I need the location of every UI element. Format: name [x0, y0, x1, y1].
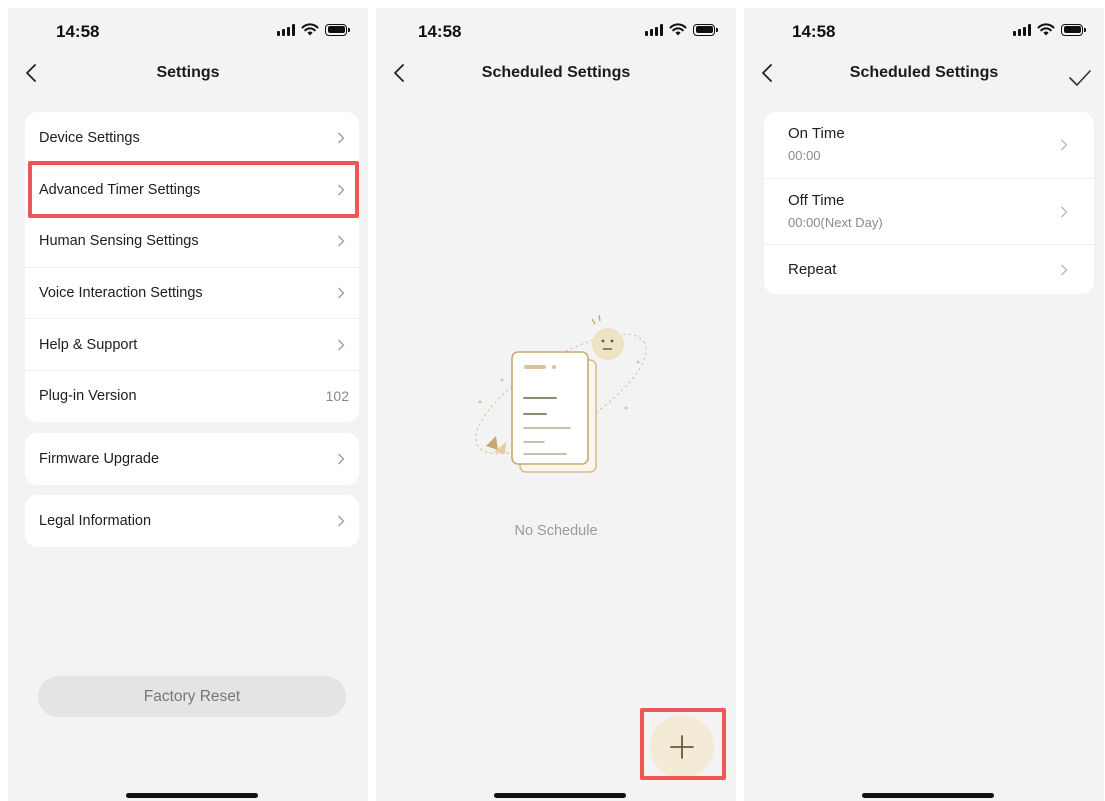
- row-label: Firmware Upgrade: [39, 450, 160, 467]
- chevron-right-icon: [338, 453, 345, 465]
- battery-icon: [1061, 23, 1086, 36]
- wifi-icon: [669, 23, 687, 36]
- schedule-edit-screen: 14:58 Scheduled Settings On Time 00:00 O…: [744, 8, 1104, 801]
- status-time: 14:58: [56, 22, 100, 41]
- voice-interaction-settings-row[interactable]: Voice Interaction Settings: [25, 266, 359, 319]
- off-time-row[interactable]: Off Time 00:00(Next Day): [764, 178, 1094, 244]
- row-label: Repeat: [788, 261, 837, 278]
- row-label: Device Settings: [39, 129, 140, 146]
- row-label: Off Time: [788, 192, 845, 209]
- checkmark-icon[interactable]: [1068, 68, 1092, 88]
- navigation-bar: Settings: [8, 56, 368, 90]
- schedule-options-card: On Time 00:00 Off Time 00:00(Next Day) R…: [764, 112, 1094, 294]
- settings-group-legal: Legal Information: [25, 495, 359, 547]
- chevron-right-icon: [338, 236, 345, 247]
- status-icons: [1013, 23, 1086, 36]
- row-label: Voice Interaction Settings: [39, 285, 203, 302]
- human-sensing-settings-row[interactable]: Human Sensing Settings: [25, 215, 359, 267]
- chevron-right-icon: [338, 515, 345, 527]
- status-time: 14:58: [792, 22, 836, 41]
- scheduled-settings-screen: 14:58 Scheduled Settings No Schedule: [376, 8, 736, 801]
- status-icons: [645, 23, 718, 36]
- device-settings-row[interactable]: Device Settings: [25, 112, 359, 164]
- factory-reset-button[interactable]: Factory Reset: [38, 676, 346, 717]
- on-time-row[interactable]: On Time 00:00: [764, 112, 1094, 178]
- cellular-signal-icon: [645, 23, 663, 36]
- home-indicator: [494, 793, 626, 798]
- add-schedule-button[interactable]: [650, 715, 714, 779]
- chevron-right-icon: [338, 184, 345, 196]
- battery-icon: [325, 23, 350, 36]
- status-bar: 14:58: [744, 8, 1104, 48]
- chevron-right-icon: [338, 339, 345, 351]
- empty-schedule-illustration: [475, 314, 647, 473]
- navigation-bar: Scheduled Settings: [744, 56, 1104, 90]
- chevron-right-icon: [1061, 264, 1068, 275]
- chevron-right-icon: [338, 132, 345, 144]
- navigation-bar: Scheduled Settings: [376, 56, 736, 90]
- wifi-icon: [1037, 23, 1055, 36]
- advanced-timer-settings-row[interactable]: Advanced Timer Settings: [25, 163, 359, 216]
- plugin-version-value: 102: [325, 388, 349, 405]
- settings-group-firmware: Firmware Upgrade: [25, 433, 359, 485]
- off-time-value: 00:00(Next Day): [788, 215, 883, 230]
- status-time: 14:58: [418, 22, 462, 41]
- row-label: Help & Support: [39, 336, 138, 353]
- home-indicator: [862, 793, 994, 798]
- page-title: Settings: [156, 64, 220, 81]
- page-title: Scheduled Settings: [481, 64, 631, 81]
- home-indicator: [126, 793, 258, 798]
- row-label: Legal Information: [39, 512, 152, 529]
- status-icons: [277, 23, 350, 36]
- row-label: Advanced Timer Settings: [39, 181, 201, 198]
- cellular-signal-icon: [277, 23, 295, 36]
- plus-icon: [670, 735, 694, 759]
- on-time-value: 00:00: [788, 148, 821, 163]
- row-label: Human Sensing Settings: [39, 233, 199, 250]
- chevron-right-icon: [338, 287, 345, 299]
- page-title: Scheduled Settings: [849, 64, 999, 81]
- row-label: Plug-in Version: [39, 388, 137, 405]
- cellular-signal-icon: [1013, 23, 1031, 36]
- chevron-right-icon: [1061, 206, 1068, 217]
- help-support-row[interactable]: Help & Support: [25, 318, 359, 370]
- settings-screen: 14:58 Settings Device Settings Advanced …: [8, 8, 368, 801]
- legal-information-row[interactable]: Legal Information: [25, 495, 359, 547]
- wifi-icon: [301, 23, 319, 36]
- status-bar: 14:58: [8, 8, 368, 48]
- repeat-row[interactable]: Repeat: [764, 244, 1094, 294]
- status-bar: 14:58: [376, 8, 736, 48]
- settings-group-main: Device Settings Advanced Timer Settings …: [25, 112, 359, 422]
- battery-icon: [693, 23, 718, 36]
- row-label: On Time: [788, 125, 845, 142]
- plugin-version-row: Plug-in Version 102: [25, 369, 359, 422]
- chevron-right-icon: [1061, 139, 1068, 151]
- empty-state-text: No Schedule: [514, 523, 598, 539]
- firmware-upgrade-row[interactable]: Firmware Upgrade: [25, 433, 359, 485]
